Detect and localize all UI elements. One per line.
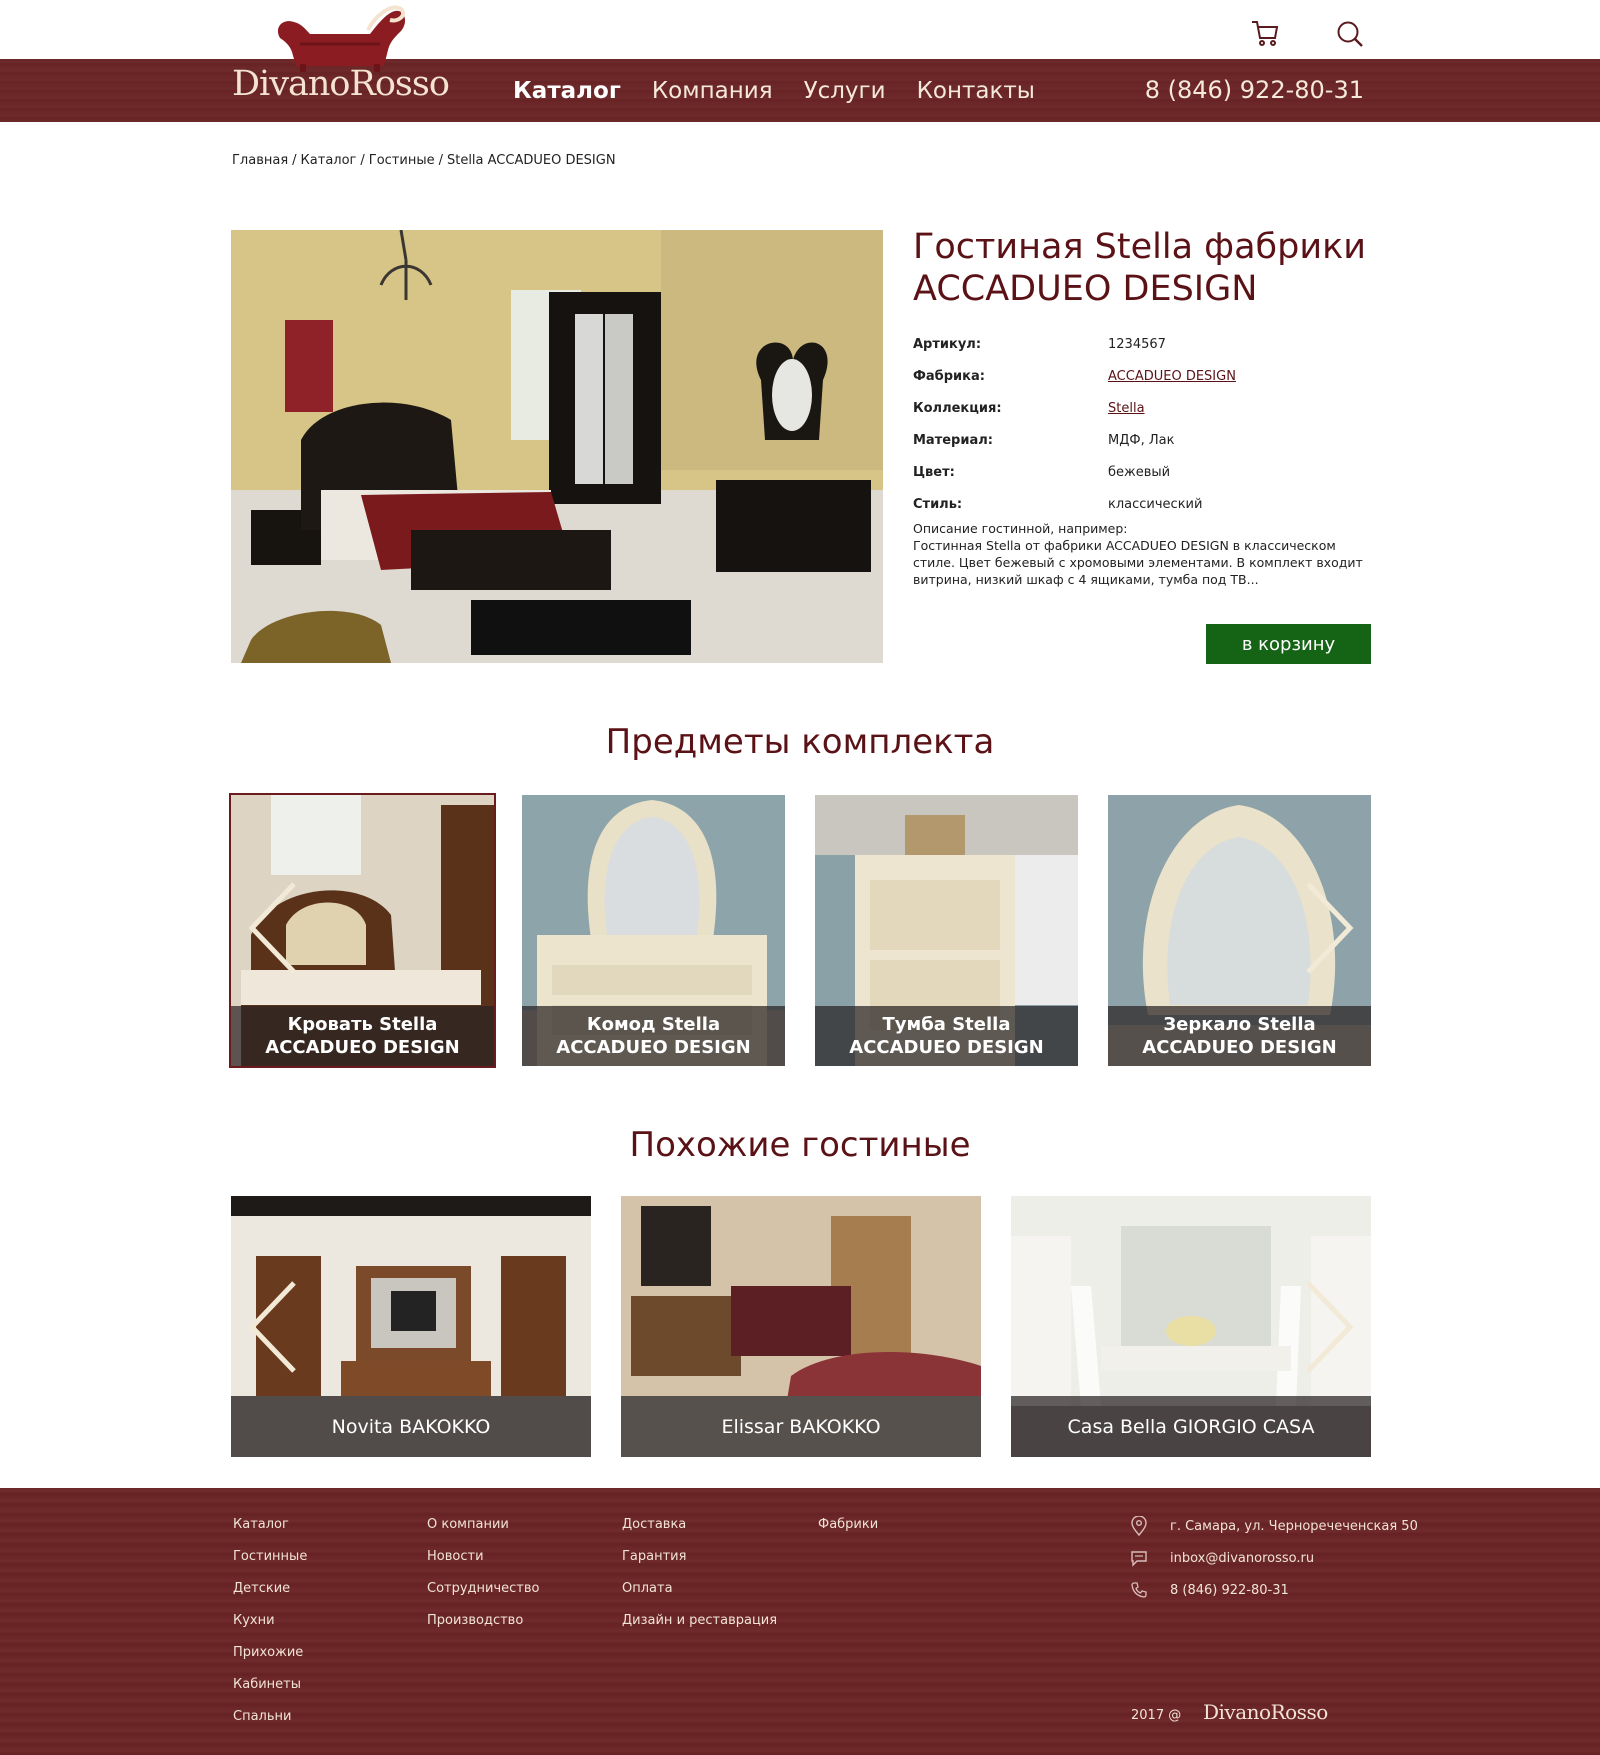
set-item-caption: Тумба Stella ACCADUEO DESIGN: [815, 1006, 1078, 1066]
spec-value: классический: [1108, 496, 1203, 512]
nav-contacts[interactable]: Контакты: [917, 78, 1035, 104]
footer-link[interactable]: Детские: [233, 1581, 307, 1613]
footer-phone-text[interactable]: 8 (846) 922-80-31: [1170, 1583, 1289, 1598]
footer-link[interactable]: Новости: [427, 1549, 540, 1581]
set-item-card[interactable]: Тумба Stella ACCADUEO DESIGN: [815, 795, 1078, 1066]
spec-key: Фабрика:: [913, 368, 985, 384]
description-intro: Описание гостинной, например:: [913, 521, 1128, 536]
footer-link[interactable]: Дизайн и реставрация: [622, 1613, 777, 1645]
product-description: Описание гостинной, например: Гостинная …: [913, 520, 1363, 588]
logo[interactable]: DivanoRosso: [232, 0, 450, 112]
header-phone[interactable]: 8 (846) 922-80-31: [1145, 59, 1364, 122]
footer-link[interactable]: Прихожие: [233, 1645, 307, 1677]
spec-row-collection: Коллекция: Stella: [913, 392, 1373, 424]
breadcrumb-current: Stella ACCADUEO DESIGN: [446, 153, 616, 168]
spec-row-color: Цвет: бежевый: [913, 456, 1373, 488]
footer-factories-column: Фабрики: [818, 1517, 878, 1549]
footer-link[interactable]: Фабрики: [818, 1517, 878, 1549]
product-specs: Артикул: 1234567 Фабрика: ACCADUEO DESIG…: [913, 328, 1373, 520]
footer-logo[interactable]: DivanoRosso: [1203, 1700, 1328, 1724]
spec-key: Коллекция:: [913, 400, 1002, 416]
product-photo[interactable]: [231, 230, 883, 663]
footer-link[interactable]: Доставка: [622, 1517, 777, 1549]
footer-link[interactable]: Оплата: [622, 1581, 777, 1613]
cart-icon[interactable]: [1250, 18, 1280, 48]
breadcrumb-separator: /: [292, 153, 297, 168]
footer-services-column: Доставка Гарантия Оплата Дизайн и рестав…: [622, 1517, 777, 1645]
logo-text: DivanoRosso: [232, 64, 450, 104]
similar-item-caption: Casa Bella GIORGIO CASA: [1011, 1396, 1371, 1457]
set-item-caption: Кровать Stella ACCADUEO DESIGN: [231, 1006, 494, 1066]
collection-link[interactable]: Stella: [1108, 401, 1145, 416]
similar-item-caption: Novita BAKOKKO: [231, 1396, 591, 1457]
sofa-logo-icon: [277, 5, 406, 72]
search-icon[interactable]: [1336, 20, 1364, 48]
footer-phone: 8 (846) 922-80-31: [1130, 1580, 1289, 1600]
chevron-left-icon[interactable]: [246, 1279, 298, 1375]
footer-company-column: О компании Новости Сотрудничество Произв…: [427, 1517, 540, 1645]
phone-icon: [1131, 1582, 1147, 1598]
footer-address: г. Самара, ул. Черноречеченская 50: [1130, 1516, 1418, 1536]
footer-link[interactable]: Производство: [427, 1613, 540, 1645]
spec-row-style: Стиль: классический: [913, 488, 1373, 520]
breadcrumb-home[interactable]: Главная: [232, 153, 288, 168]
chevron-right-icon[interactable]: [1304, 880, 1356, 976]
similar-item-card[interactable]: Elissar BAKOKKO: [621, 1196, 981, 1457]
chevron-right-icon[interactable]: [1304, 1279, 1356, 1375]
copyright: 2017 @: [1131, 1708, 1182, 1723]
add-to-cart-button[interactable]: в корзину: [1206, 624, 1371, 664]
footer-email-text[interactable]: inbox@divanorosso.ru: [1170, 1551, 1314, 1566]
spec-row-material: Материал: МДФ, Лак: [913, 424, 1373, 456]
footer-email: inbox@divanorosso.ru: [1130, 1548, 1314, 1568]
footer-link[interactable]: Кухни: [233, 1613, 307, 1645]
message-icon: [1131, 1551, 1147, 1567]
spec-key: Стиль:: [913, 496, 963, 512]
breadcrumb-separator: /: [360, 153, 365, 168]
footer-link[interactable]: Гостинные: [233, 1549, 307, 1581]
location-pin-icon: [1131, 1516, 1147, 1536]
nav-company[interactable]: Компания: [652, 78, 773, 104]
main-nav: Каталог Компания Услуги Контакты: [513, 59, 1035, 122]
set-item-caption: Зеркало Stella ACCADUEO DESIGN: [1108, 1006, 1371, 1066]
footer-link[interactable]: Гарантия: [622, 1549, 777, 1581]
breadcrumb-living-rooms[interactable]: Гостиные: [369, 153, 435, 168]
spec-row-factory: Фабрика: ACCADUEO DESIGN: [913, 360, 1373, 392]
set-section-title: Предметы комплекта: [605, 722, 995, 762]
footer-link[interactable]: Спальни: [233, 1709, 307, 1741]
footer-link[interactable]: Сотрудничество: [427, 1581, 540, 1613]
spec-value: 1234567: [1108, 336, 1166, 352]
spec-key: Артикул:: [913, 336, 982, 352]
similar-item-caption: Elissar BAKOKKO: [621, 1396, 981, 1457]
breadcrumb-separator: /: [438, 153, 443, 168]
nav-services[interactable]: Услуги: [804, 78, 886, 104]
footer-address-text: г. Самара, ул. Черноречеченская 50: [1170, 1518, 1418, 1534]
spec-value: бежевый: [1108, 464, 1171, 480]
footer-link[interactable]: Кабинеты: [233, 1677, 307, 1709]
footer-link[interactable]: Каталог: [233, 1517, 307, 1549]
set-item-card[interactable]: Комод Stella ACCADUEO DESIGN: [522, 795, 785, 1066]
spec-value: МДФ, Лак: [1108, 432, 1175, 448]
footer-link[interactable]: О компании: [427, 1517, 540, 1549]
footer-catalog-column: Каталог Гостинные Детские Кухни Прихожие…: [233, 1517, 307, 1741]
spec-key: Цвет:: [913, 464, 955, 480]
description-text: Гостинная Stella от фабрики ACCADUEO DES…: [913, 538, 1363, 587]
nav-catalog[interactable]: Каталог: [513, 78, 621, 104]
bedroom-photo-illustration: [231, 230, 883, 663]
chevron-left-icon[interactable]: [246, 880, 298, 976]
spec-row-article: Артикул: 1234567: [913, 328, 1373, 360]
breadcrumb: Главная / Каталог / Гостиные / Stella ACCADUEO…: [232, 153, 616, 168]
breadcrumb-catalog[interactable]: Каталог: [301, 153, 357, 168]
similar-section-title: Похожие гостиные: [629, 1125, 971, 1165]
set-item-caption: Комод Stella ACCADUEO DESIGN: [522, 1006, 785, 1066]
spec-key: Материал:: [913, 432, 993, 448]
factory-link[interactable]: ACCADUEO DESIGN: [1108, 369, 1236, 384]
product-title: Гостиная Stella фабрики ACCADUEO DESIGN: [913, 227, 1366, 309]
